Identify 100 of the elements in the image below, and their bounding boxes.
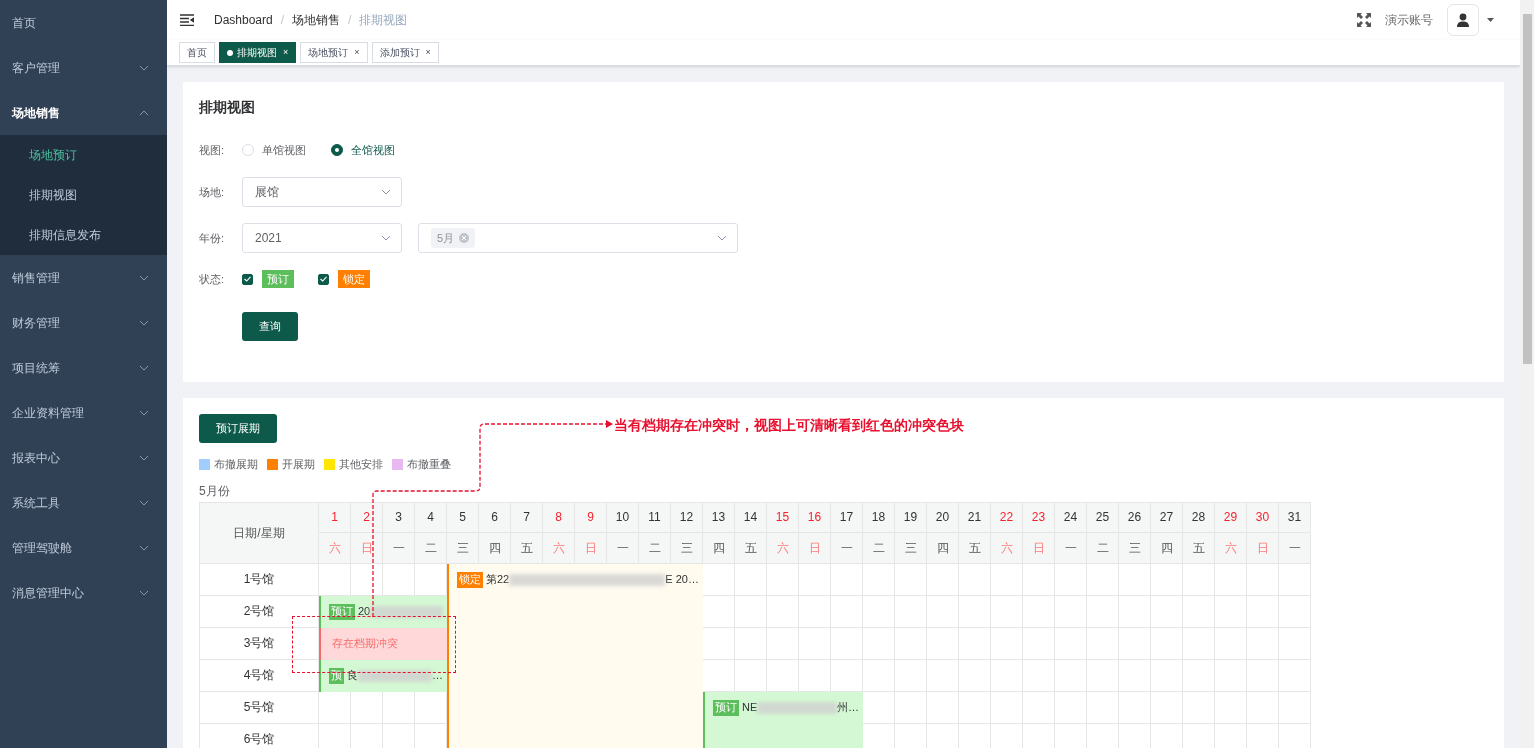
sidebar-item[interactable]: 管理驾驶舱 [0, 525, 167, 570]
grid-cell [959, 659, 991, 692]
weekday-cell: 五 [959, 532, 991, 564]
status-tag: 预 [329, 667, 344, 684]
booking-block[interactable]: 锁定 第22 E 20… [447, 563, 703, 748]
radio-label[interactable]: 全馆视图 [351, 141, 395, 159]
day-number: 3 [383, 502, 415, 533]
grid-cell [1055, 691, 1087, 724]
user-icon [1456, 13, 1470, 27]
year-select[interactable]: 2021 [242, 223, 402, 253]
menu-icon[interactable] [180, 14, 194, 26]
avatar-button[interactable] [1447, 4, 1479, 36]
grid-cell [767, 595, 799, 628]
grid-cell [895, 595, 927, 628]
field-label: 视图: [199, 142, 226, 158]
chevron-icon [139, 499, 149, 506]
fullscreen-icon[interactable] [1357, 13, 1371, 27]
weekday-cell: 三 [1119, 532, 1151, 564]
booking-block[interactable]: 预订 NE 州… [703, 691, 863, 748]
weekday-cell: 三 [895, 532, 927, 564]
sidebar-item[interactable]: 报表中心 [0, 435, 167, 480]
day-number: 4 [415, 502, 447, 533]
weekday-cell: 一 [1279, 532, 1311, 564]
grid-cell [1087, 627, 1119, 660]
page-tab[interactable]: 添加预订 × [371, 42, 439, 63]
checkbox[interactable] [318, 273, 329, 285]
radio-label[interactable]: 单馆视图 [262, 141, 306, 159]
booking-block[interactable]: 预订 20 [319, 595, 447, 628]
grid-cell [895, 691, 927, 724]
scrollbar[interactable] [1520, 0, 1534, 748]
sidebar-item[interactable]: 场地销售 [0, 90, 167, 135]
sidebar-subitem[interactable]: 排期视图 [0, 175, 167, 215]
grid-cell [927, 659, 959, 692]
sidebar-item[interactable]: 项目统筹 [0, 345, 167, 390]
day-number: 2 [351, 502, 383, 533]
checkbox[interactable] [242, 273, 253, 285]
sidebar-item[interactable]: 消息管理中心 [0, 570, 167, 615]
day-number: 19 [895, 502, 927, 533]
sidebar-item[interactable]: 系统工具 [0, 480, 167, 525]
page-tab[interactable]: 场地预订 × [300, 42, 368, 63]
booking-block[interactable]: 预 良 … [319, 659, 447, 692]
page-tab[interactable]: 排期视图 × [219, 42, 297, 63]
page-tab[interactable]: 首页 [179, 42, 215, 63]
grid-cell [799, 563, 831, 596]
sidebar-item[interactable]: 首页 [0, 0, 167, 45]
grid-cell [1023, 659, 1055, 692]
day-number: 1 [319, 502, 351, 533]
booking-text: NE [742, 700, 758, 716]
grid-cell [831, 595, 863, 628]
grid-cell [1151, 691, 1183, 724]
grid-cell [1023, 691, 1055, 724]
breadcrumb-item[interactable]: 场地销售 [292, 11, 341, 29]
grid-cell [767, 627, 799, 660]
close-icon[interactable]: × [425, 45, 431, 60]
venue-select[interactable]: 展馆 [242, 177, 402, 207]
grid-cell [1215, 563, 1247, 596]
grid-cell [831, 563, 863, 596]
close-icon[interactable]: × [354, 45, 360, 60]
sidebar-subitem[interactable]: 场地预订 [0, 135, 167, 175]
sidebar-subitem[interactable]: 排期信息发布 [0, 215, 167, 255]
weekday-cell: 二 [863, 532, 895, 564]
grid-cell [991, 627, 1023, 660]
grid-cell [1119, 691, 1151, 724]
grid-cell [1023, 563, 1055, 596]
header-cell: 日期/星期 [200, 502, 319, 564]
grid-cell [1055, 563, 1087, 596]
grid-cell [1247, 563, 1279, 596]
breadcrumb-item[interactable]: Dashboard [214, 11, 273, 29]
grid-cell [1087, 563, 1119, 596]
grid-cell [991, 595, 1023, 628]
sidebar-item[interactable]: 企业资料管理 [0, 390, 167, 435]
weekday-cell: 日 [351, 532, 383, 564]
radio-button[interactable] [331, 144, 343, 156]
weekday-cell: 六 [991, 532, 1023, 564]
book-period-button[interactable]: 预订展期 [199, 414, 277, 443]
grid-cell [895, 627, 927, 660]
grid-cell [1215, 595, 1247, 628]
query-button[interactable]: 查询 [242, 312, 298, 341]
grid-cell [735, 563, 767, 596]
weekday-cell: 四 [703, 532, 735, 564]
sidebar-item[interactable]: 财务管理 [0, 300, 167, 345]
sidebar-item[interactable]: 客户管理 [0, 45, 167, 90]
grid-cell [1183, 627, 1215, 660]
grid-cell [1055, 627, 1087, 660]
day-number: 23 [1023, 502, 1055, 533]
weekday-cell: 四 [1151, 532, 1183, 564]
grid-cell [959, 691, 991, 724]
day-number: 15 [767, 502, 799, 533]
grid-cell [863, 563, 895, 596]
sidebar-item[interactable]: 销售管理 [0, 255, 167, 300]
grid-cell [799, 627, 831, 660]
booking-text: 州… [837, 700, 859, 716]
caret-icon[interactable] [1487, 18, 1494, 22]
day-number: 18 [863, 502, 895, 533]
grid-cell [735, 595, 767, 628]
day-number: 29 [1215, 502, 1247, 533]
grid-cell [767, 563, 799, 596]
weekday-cell: 一 [1055, 532, 1087, 564]
day-number: 20 [927, 502, 959, 533]
close-icon[interactable]: × [283, 45, 289, 60]
